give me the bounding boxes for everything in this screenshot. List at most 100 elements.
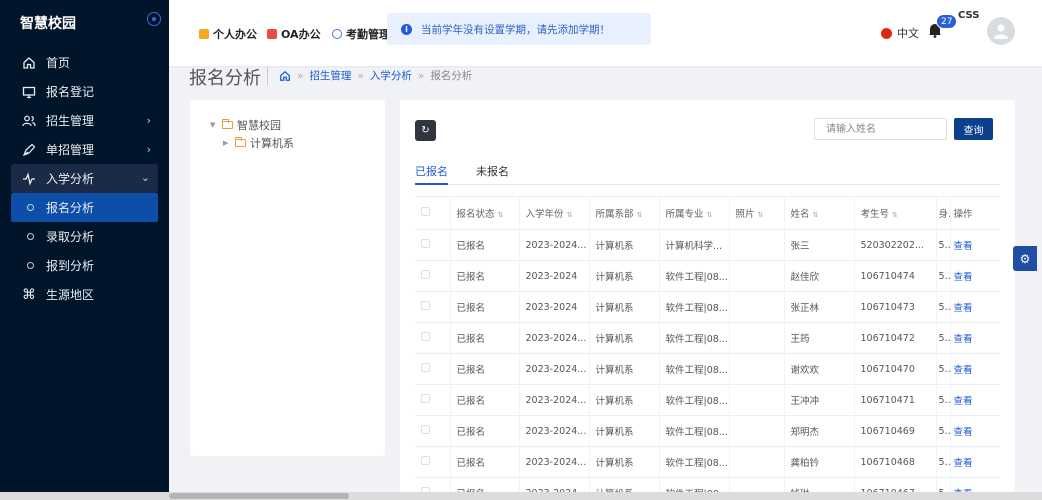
- table-cell-exam-no: 106710468: [854, 446, 937, 478]
- row-checkbox[interactable]: [421, 301, 430, 310]
- breadcrumb-item[interactable]: 入学分析: [370, 68, 412, 83]
- horizontal-scrollbar[interactable]: [0, 492, 1042, 500]
- sidebar-item-admission-analysis[interactable]: 入学分析 ⌄: [11, 164, 158, 193]
- scrollbar-thumb[interactable]: [169, 493, 349, 499]
- view-link[interactable]: 查看: [950, 446, 1000, 478]
- table-cell-major: 软件工程|08...: [659, 353, 730, 385]
- sidebar-item-home[interactable]: 首页: [0, 48, 169, 77]
- language-label: 中文: [897, 27, 919, 40]
- info-icon: i: [401, 23, 412, 35]
- caret-down-icon[interactable]: ▼: [210, 121, 222, 129]
- row-checkbox-cell: [415, 353, 451, 385]
- quick-link-attendance[interactable]: 考勤管理: [332, 26, 390, 42]
- sort-icon: ⇅: [566, 211, 573, 219]
- column-header[interactable]: 照片 ⇅: [729, 196, 785, 230]
- sidebar: 智慧校园 首页 报名登记 招生管理 › 单招管理 › 入学分析 ⌄ 报名分析 录…: [0, 0, 169, 500]
- table-cell-photo: [729, 322, 785, 354]
- table-cell-photo: [729, 229, 785, 261]
- column-header[interactable]: 身份: [936, 196, 951, 230]
- quick-link-label: 考勤管理: [346, 28, 390, 41]
- sidebar-item-label: 首页: [46, 56, 71, 70]
- view-link[interactable]: 查看: [950, 384, 1000, 416]
- tab-unregistered[interactable]: 未报名: [476, 163, 509, 185]
- table-cell-major: 软件工程|08...: [659, 415, 730, 447]
- sidebar-subitem-check-in-analysis[interactable]: 报到分析: [0, 251, 169, 280]
- caret-right-icon[interactable]: ▶: [223, 139, 235, 147]
- sidebar-item-registration[interactable]: 报名登记: [0, 77, 169, 106]
- table-cell-name: 龚柏钤: [784, 446, 855, 478]
- search-input[interactable]: [814, 118, 947, 140]
- table-cell-exam-no: 106710474: [854, 260, 937, 292]
- column-header[interactable]: 考生号 ⇅: [854, 196, 937, 230]
- language-switch[interactable]: 中文: [881, 25, 919, 41]
- tab-registered[interactable]: 已报名: [415, 163, 448, 185]
- table-row[interactable]: 已报名 2023-2024... 计算机系 软件工程|08... 郑明杰 10671046…: [415, 415, 1000, 447]
- home-icon[interactable]: [279, 70, 291, 82]
- view-link[interactable]: 查看: [950, 415, 1000, 447]
- row-checkbox[interactable]: [421, 332, 430, 341]
- table-row[interactable]: 已报名 2023-2024... 计算机系 软件工程|08... 王筠 106710472…: [415, 322, 1000, 354]
- view-link[interactable]: 查看: [950, 260, 1000, 292]
- table-cell-id: 520: [936, 322, 951, 354]
- column-header[interactable]: 所属系部 ⇅: [589, 196, 660, 230]
- column-header[interactable]: 报名状态 ⇅: [450, 196, 520, 230]
- breadcrumb-separator: »: [297, 69, 304, 82]
- table-row[interactable]: 已报名 2023-2024 计算机系 软件工程|08... 赵佳欣 106710474 52…: [415, 260, 1000, 292]
- search-button[interactable]: 查询: [954, 118, 993, 140]
- sidebar-item-source-region[interactable]: ⌘ 生源地区: [0, 280, 169, 309]
- table-cell-year: 2023-2024: [519, 291, 590, 323]
- row-checkbox[interactable]: [421, 394, 430, 403]
- row-checkbox-cell: [415, 291, 451, 323]
- row-checkbox[interactable]: [421, 425, 430, 434]
- settings-gear-button[interactable]: ⚙: [1013, 246, 1037, 271]
- monitor-icon: [22, 85, 36, 99]
- table-cell-major: 软件工程|08...: [659, 384, 730, 416]
- column-header[interactable]: 入学年份 ⇅: [519, 196, 590, 230]
- view-link[interactable]: 查看: [950, 353, 1000, 385]
- table-cell-name: 张正林: [784, 291, 855, 323]
- quick-link-personal-office[interactable]: 个人办公: [199, 26, 257, 42]
- view-link[interactable]: 查看: [950, 322, 1000, 354]
- folder-icon: [235, 137, 246, 147]
- table-row[interactable]: 已报名 2023-2024 计算机系 软件工程|08... 张正林 106710473 52…: [415, 291, 1000, 323]
- username[interactable]: CSS: [958, 10, 979, 21]
- row-checkbox[interactable]: [421, 270, 430, 279]
- table-cell-dept: 计算机系: [589, 260, 660, 292]
- sidebar-item-label: 单招管理: [46, 143, 95, 157]
- view-link[interactable]: 查看: [950, 229, 1000, 261]
- tree-node-root[interactable]: ▼ 智慧校园: [210, 117, 281, 133]
- table-row[interactable]: 已报名 2023-2024... 计算机系 计算机科学... 张三 520302202..…: [415, 229, 1000, 261]
- sidebar-subitem-admission-analysis[interactable]: 录取分析: [0, 222, 169, 251]
- row-checkbox[interactable]: [421, 239, 430, 248]
- circle-icon: [27, 233, 34, 240]
- table-cell-major: 软件工程|08...: [659, 322, 730, 354]
- column-header[interactable]: 姓名 ⇅: [784, 196, 855, 230]
- sort-icon: ⇅: [636, 211, 643, 219]
- sidebar-subitem-registration-analysis[interactable]: 报名分析: [11, 193, 158, 222]
- table-row[interactable]: 已报名 2023-2024... 计算机系 软件工程|08... 王冲冲 10671047…: [415, 384, 1000, 416]
- view-link[interactable]: 查看: [950, 291, 1000, 323]
- tree-node-computer-dept[interactable]: ▶ 计算机系: [223, 135, 294, 151]
- select-all-cell: [415, 196, 451, 230]
- row-checkbox[interactable]: [421, 363, 430, 372]
- row-checkbox[interactable]: [421, 456, 430, 465]
- table-cell-id: 520: [936, 291, 951, 323]
- sidebar-collapse-icon[interactable]: [147, 12, 161, 26]
- pulse-icon: [22, 171, 36, 186]
- breadcrumb: » 招生管理 » 入学分析 » 报名分析: [279, 68, 472, 83]
- sidebar-item-enrollment-management[interactable]: 招生管理 ›: [0, 106, 169, 135]
- refresh-button[interactable]: ↻: [415, 120, 436, 141]
- quick-link-oa-office[interactable]: OA办公: [267, 26, 321, 42]
- sidebar-subitem-label: 录取分析: [46, 230, 95, 244]
- breadcrumb-separator: »: [357, 69, 364, 82]
- select-all-checkbox[interactable]: [421, 207, 430, 216]
- breadcrumb-item[interactable]: 招生管理: [309, 68, 351, 83]
- table-cell-name: 王筠: [784, 322, 855, 354]
- column-header[interactable]: 所属专业 ⇅: [659, 196, 730, 230]
- table-row[interactable]: 已报名 2023-2024... 计算机系 软件工程|08... 谢欢欢 10671047…: [415, 353, 1000, 385]
- table-cell-year: 2023-2024...: [519, 353, 590, 385]
- table-cell-id: 520: [936, 415, 951, 447]
- sidebar-item-single-enrollment[interactable]: 单招管理 ›: [0, 135, 169, 164]
- avatar[interactable]: [987, 17, 1015, 45]
- table-row[interactable]: 已报名 2023-2024... 计算机系 软件工程|08... 龚柏钤 10671046…: [415, 446, 1000, 478]
